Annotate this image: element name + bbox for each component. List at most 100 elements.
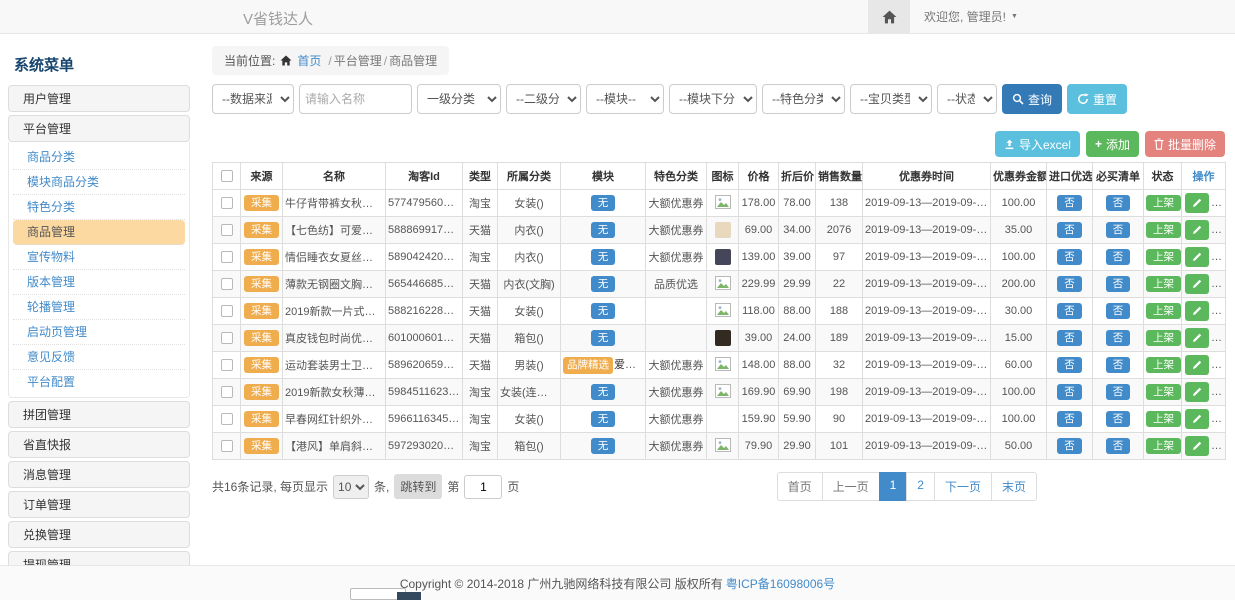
sidebar-group-省直快报[interactable]: 省直快报 bbox=[8, 431, 190, 458]
breadcrumb-home-link[interactable]: 首页 bbox=[297, 52, 321, 69]
import-select-badge[interactable]: 否 bbox=[1057, 357, 1082, 374]
status-badge[interactable]: 上架 bbox=[1146, 330, 1181, 347]
sidebar-item-轮播管理[interactable]: 轮播管理 bbox=[13, 295, 185, 320]
sidebar-item-宣传物料[interactable]: 宣传物料 bbox=[13, 245, 185, 270]
must-buy-badge[interactable]: 否 bbox=[1106, 303, 1131, 320]
page-button-末页[interactable]: 末页 bbox=[991, 472, 1037, 501]
edit-button[interactable] bbox=[1185, 220, 1209, 240]
page-button-上一页[interactable]: 上一页 bbox=[822, 472, 880, 501]
filter-data-source[interactable]: --数据来源-- bbox=[212, 84, 294, 114]
sidebar-item-模块商品分类[interactable]: 模块商品分类 bbox=[13, 170, 185, 195]
cell-import_select: 否 bbox=[1047, 271, 1093, 298]
status-badge[interactable]: 上架 bbox=[1146, 303, 1181, 320]
status-badge[interactable]: 上架 bbox=[1146, 249, 1181, 266]
sidebar-item-启动页管理[interactable]: 启动页管理 bbox=[13, 320, 185, 345]
status-badge[interactable]: 上架 bbox=[1146, 222, 1181, 239]
import-select-badge[interactable]: 否 bbox=[1057, 249, 1082, 266]
sidebar-group-订单管理[interactable]: 订单管理 bbox=[8, 491, 190, 518]
status-badge[interactable]: 上架 bbox=[1146, 384, 1181, 401]
filter-module-sub-category[interactable]: --模块下分类-- bbox=[669, 84, 757, 114]
must-buy-badge[interactable]: 否 bbox=[1106, 330, 1131, 347]
sidebar-group-平台管理[interactable]: 平台管理 bbox=[8, 115, 190, 142]
page-button-1[interactable]: 1 bbox=[879, 472, 908, 501]
edit-button[interactable] bbox=[1185, 274, 1209, 294]
edit-button[interactable] bbox=[1185, 193, 1209, 213]
edit-button[interactable] bbox=[1185, 436, 1209, 456]
edit-button[interactable] bbox=[1185, 301, 1209, 321]
row-checkbox[interactable] bbox=[221, 305, 233, 317]
must-buy-badge[interactable]: 否 bbox=[1106, 384, 1131, 401]
row-checkbox[interactable] bbox=[221, 197, 233, 209]
sidebar-item-商品分类[interactable]: 商品分类 bbox=[13, 145, 185, 170]
sidebar-item-意见反馈[interactable]: 意见反馈 bbox=[13, 345, 185, 370]
edit-button[interactable] bbox=[1185, 247, 1209, 267]
add-button[interactable]: + 添加 bbox=[1086, 131, 1139, 157]
status-badge[interactable]: 上架 bbox=[1146, 276, 1181, 293]
status-badge[interactable]: 上架 bbox=[1146, 438, 1181, 455]
sidebar-group-兑换管理[interactable]: 兑换管理 bbox=[8, 521, 190, 548]
batch-delete-button[interactable]: 批量删除 bbox=[1145, 131, 1225, 157]
row-checkbox[interactable] bbox=[221, 359, 233, 371]
import-excel-button[interactable]: 导入excel bbox=[995, 131, 1080, 157]
select-all-checkbox[interactable] bbox=[221, 170, 233, 182]
status-badge[interactable]: 上架 bbox=[1146, 357, 1181, 374]
must-buy-badge[interactable]: 否 bbox=[1106, 249, 1131, 266]
filter-item-type[interactable]: --宝贝类型-- bbox=[850, 84, 932, 114]
page-input[interactable] bbox=[464, 475, 502, 499]
search-button[interactable]: 查询 bbox=[1002, 84, 1062, 114]
status-badge[interactable]: 上架 bbox=[1146, 411, 1181, 428]
filter-module[interactable]: --模块-- bbox=[586, 84, 664, 114]
status-badge[interactable]: 上架 bbox=[1146, 195, 1181, 212]
filter-level2-category[interactable]: --二级分类-- bbox=[506, 84, 581, 114]
reset-button[interactable]: 重置 bbox=[1067, 84, 1127, 114]
edit-button[interactable] bbox=[1185, 382, 1209, 402]
row-checkbox[interactable] bbox=[221, 440, 233, 452]
edit-button[interactable] bbox=[1185, 328, 1209, 348]
sidebar-group-用户管理[interactable]: 用户管理 bbox=[8, 85, 190, 112]
import-select-badge[interactable]: 否 bbox=[1057, 195, 1082, 212]
edit-icon bbox=[1191, 440, 1203, 452]
import-select-badge[interactable]: 否 bbox=[1057, 222, 1082, 239]
sidebar-item-版本管理[interactable]: 版本管理 bbox=[13, 270, 185, 295]
home-button[interactable] bbox=[868, 0, 910, 33]
jump-button[interactable]: 跳转到 bbox=[394, 474, 442, 499]
import-select-badge[interactable]: 否 bbox=[1057, 438, 1082, 455]
import-select-badge[interactable]: 否 bbox=[1057, 384, 1082, 401]
must-buy-badge[interactable]: 否 bbox=[1106, 195, 1131, 212]
row-checkbox[interactable] bbox=[221, 332, 233, 344]
page-button-下一页[interactable]: 下一页 bbox=[934, 472, 992, 501]
filter-level1-category[interactable]: 一级分类 bbox=[417, 84, 501, 114]
sidebar-item-特色分类[interactable]: 特色分类 bbox=[13, 195, 185, 220]
sidebar-item-商品管理[interactable]: 商品管理 bbox=[13, 220, 185, 245]
per-page-select[interactable]: 10 bbox=[333, 475, 369, 499]
filter-status[interactable]: --状态-- bbox=[937, 84, 997, 114]
must-buy-badge[interactable]: 否 bbox=[1106, 438, 1131, 455]
row-checkbox[interactable] bbox=[221, 251, 233, 263]
row-checkbox[interactable] bbox=[221, 386, 233, 398]
must-buy-badge[interactable]: 否 bbox=[1106, 276, 1131, 293]
search-icon bbox=[1012, 93, 1024, 105]
import-select-badge[interactable]: 否 bbox=[1057, 411, 1082, 428]
must-buy-badge[interactable]: 否 bbox=[1106, 222, 1131, 239]
must-buy-badge[interactable]: 否 bbox=[1106, 411, 1131, 428]
edit-button[interactable] bbox=[1185, 355, 1209, 375]
page-button-2[interactable]: 2 bbox=[906, 472, 935, 501]
icp-link[interactable]: 粤ICP备16098006号 bbox=[726, 575, 835, 592]
sidebar-item-平台配置[interactable]: 平台配置 bbox=[13, 370, 185, 395]
import-select-badge[interactable]: 否 bbox=[1057, 330, 1082, 347]
import-select-badge[interactable]: 否 bbox=[1057, 276, 1082, 293]
import-select-badge[interactable]: 否 bbox=[1057, 303, 1082, 320]
user-menu[interactable]: 欢迎您, 管理员! ▼ bbox=[924, 8, 1018, 25]
filter-feature-category[interactable]: --特色分类-- bbox=[762, 84, 845, 114]
row-checkbox[interactable] bbox=[221, 224, 233, 236]
row-checkbox[interactable] bbox=[221, 413, 233, 425]
sidebar-group-拼团管理[interactable]: 拼团管理 bbox=[8, 401, 190, 428]
edit-icon bbox=[1191, 413, 1203, 425]
must-buy-badge[interactable]: 否 bbox=[1106, 357, 1131, 374]
sidebar-group-消息管理[interactable]: 消息管理 bbox=[8, 461, 190, 488]
filter-name-search[interactable] bbox=[299, 84, 412, 114]
cell-import_select: 否 bbox=[1047, 352, 1093, 379]
edit-button[interactable] bbox=[1185, 409, 1209, 429]
page-button-首页[interactable]: 首页 bbox=[777, 472, 823, 501]
row-checkbox[interactable] bbox=[221, 278, 233, 290]
